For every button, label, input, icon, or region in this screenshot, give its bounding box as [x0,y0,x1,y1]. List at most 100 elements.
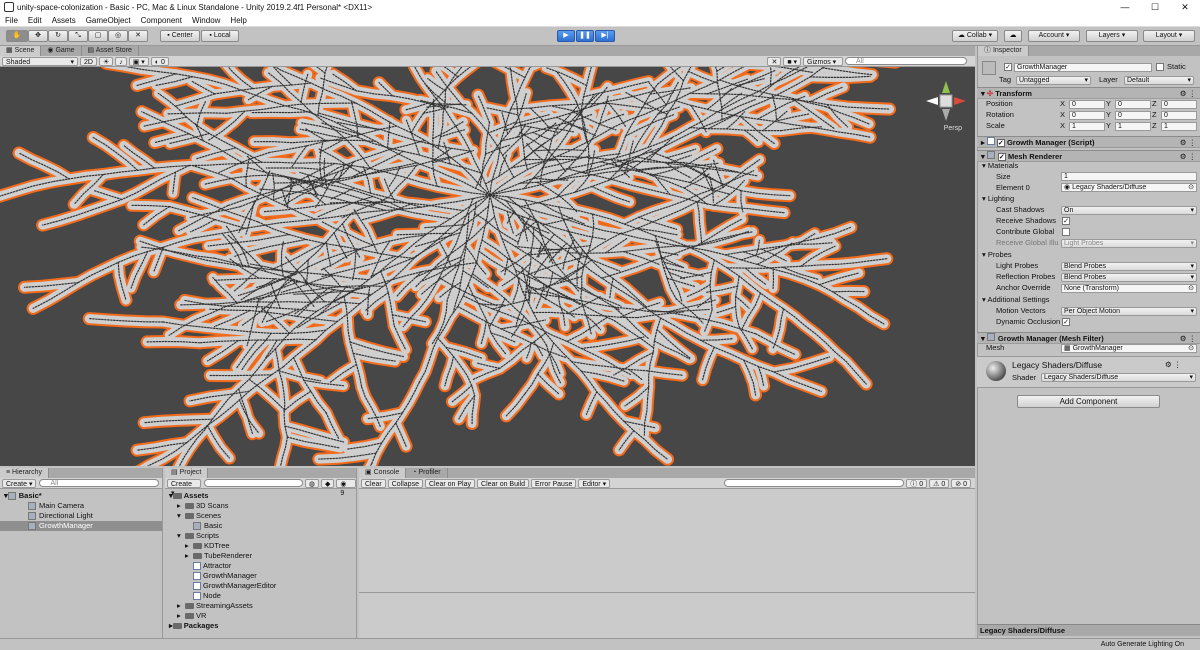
material-menu-icon[interactable]: ⚙ ⋮ [1165,360,1181,370]
project-item[interactable]: Attractor [165,561,356,571]
tab-scene[interactable]: ▦ Scene [0,46,42,56]
expand-arrow-icon[interactable]: ▸ [177,611,185,621]
receive-shadows-checkbox[interactable] [1062,217,1070,225]
expand-arrow-icon[interactable]: ▸ [177,501,185,511]
rotation-z-field[interactable]: 0 [1161,111,1197,120]
scale-y-field[interactable]: 1 [1115,122,1151,131]
axis-label[interactable]: Z [1152,110,1157,120]
console-editor-dropdown[interactable]: Editor ▾ [578,478,611,488]
shading-mode-dropdown[interactable]: Shaded ▾ [2,56,78,66]
project-root-packages[interactable]: ▸ Packages [165,621,356,631]
rotation-x-field[interactable]: 0 [1069,111,1105,120]
tab-console[interactable]: ▣ Console [359,468,407,478]
mesh-filter-header[interactable]: ▾ Growth Manager (Mesh Filter) ⚙ ⋮ [977,332,1200,344]
hierarchy-search-input[interactable]: All [39,479,160,487]
layout-dropdown[interactable]: Layout ▾ [1143,30,1195,42]
lighting-toggle-icon[interactable]: ☀ [98,56,114,66]
axis-label[interactable]: Y [1106,99,1111,109]
persp-label[interactable]: Persp [924,125,968,132]
transform-header[interactable]: ▾ ✣ Transform ⚙ ⋮ [977,87,1200,99]
rotate-tool-button[interactable]: ↻ [48,30,68,42]
mesh-renderer-enabled-checkbox[interactable]: ✓ [997,153,1006,162]
element0-object-field[interactable]: ◉ Legacy Shaders/Diffuse ⊙ [1061,183,1197,192]
2d-toggle[interactable]: 2D [80,56,97,66]
tab-inspector[interactable]: ⓘ Inspector [978,46,1029,56]
project-item[interactable]: ▾ Scenes [165,511,356,521]
active-checkbox[interactable] [1004,63,1012,71]
axis-label[interactable]: X [1060,121,1065,131]
component-menu-icon[interactable]: ⚙ ⋮ [1180,333,1196,344]
position-z-field[interactable]: 0 [1161,100,1197,109]
hierarchy-create-dropdown[interactable]: Create ▾ [2,478,37,488]
axis-label[interactable]: Y [1106,110,1111,120]
tools-settings-icon[interactable]: ✕ [767,56,782,66]
expand-arrow-icon[interactable]: ▸ [177,601,185,611]
mesh-object-field[interactable]: ▦ GrowthManager ⊙ [1061,344,1197,353]
scale-z-field[interactable]: 1 [1161,122,1197,131]
menu-file[interactable]: File [0,16,23,25]
auto-generate-lighting-status[interactable]: Auto Generate Lighting On [1101,639,1184,650]
project-create-dropdown[interactable]: Create ▾ [167,478,201,497]
menu-component[interactable]: Component [136,16,187,25]
contribute-gi-checkbox[interactable] [1062,228,1070,236]
menu-window[interactable]: Window [187,16,225,25]
audio-toggle-icon[interactable]: ♪ [115,56,127,66]
reflection-probes-dropdown[interactable]: Blend Probes ▾ [1061,273,1197,282]
hidden-objects-icon[interactable]: ◐ 0 [150,56,169,66]
lighting-foldout[interactable]: ▾ Lighting [982,194,1014,204]
tab-project[interactable]: ▤ Project [165,468,209,478]
component-menu-icon[interactable]: ⚙ ⋮ [1180,151,1196,162]
scene-root-item[interactable]: ▾ Basic* [0,491,162,501]
dynamic-occlusion-checkbox[interactable] [1062,318,1070,326]
project-search-input[interactable] [203,479,303,487]
scene-gizmo[interactable]: Persp [924,79,968,132]
scene-search-input[interactable]: All [845,57,967,65]
probes-foldout[interactable]: ▾ Probes [982,250,1012,260]
console-clear-on-play-button[interactable]: Clear on Play [424,478,476,488]
preview-title[interactable]: Legacy Shaders/Diffuse [977,624,1200,636]
console-detail-area[interactable] [359,594,975,638]
menu-gameobject[interactable]: GameObject [81,16,136,25]
add-component-button[interactable]: Add Component [1017,395,1160,408]
position-y-field[interactable]: 0 [1115,100,1151,109]
expand-arrow-icon[interactable]: ▸ [185,551,193,561]
tab-hierarchy[interactable]: ≡ Hierarchy [0,468,49,478]
project-item[interactable]: ▸ StreamingAssets [165,601,356,611]
materials-size-field[interactable]: 1 [1061,172,1197,181]
console-clear-on-build-button[interactable]: Clear on Build [477,478,529,488]
transform-tool-button[interactable]: ◎ [108,30,128,42]
console-clear-button[interactable]: Clear [361,478,386,488]
pause-button[interactable]: ❚❚ [576,30,594,42]
rect-tool-button[interactable]: ▢ [88,30,108,42]
filter-label-icon[interactable]: ◆ [321,478,335,488]
pivot-local-toggle[interactable]: ▪ Local [201,30,239,42]
axis-label[interactable]: X [1060,110,1065,120]
step-button[interactable]: ▶| [595,30,615,42]
tab-profiler[interactable]: ◔ Profiler [406,468,448,478]
rotation-y-field[interactable]: 0 [1115,111,1151,120]
additional-settings-foldout[interactable]: ▾ Additional Settings [982,295,1050,305]
scale-x-field[interactable]: 1 [1069,122,1105,131]
console-error-pause-button[interactable]: Error Pause [530,478,577,488]
account-dropdown[interactable]: Account ▾ [1028,30,1080,42]
project-item[interactable]: GrowthManagerEditor [165,581,356,591]
expand-arrow-icon[interactable]: ▾ [177,531,185,541]
project-item[interactable]: ▸ KDTree [165,541,356,551]
hidden-packages-icon[interactable]: ◉ 9 [336,478,356,497]
pivot-center-toggle[interactable]: ▪ Center [160,30,200,42]
menu-edit[interactable]: Edit [23,16,47,25]
console-search-input[interactable] [724,479,905,487]
position-x-field[interactable]: 0 [1069,100,1105,109]
static-checkbox[interactable] [1156,63,1164,71]
anchor-override-field[interactable]: None (Transform) ⊙ [1061,284,1197,293]
cloud-button[interactable]: ☁ [1004,30,1022,42]
project-root-assets[interactable]: ▾ Assets [165,491,356,501]
hand-tool-button[interactable]: ✋ [6,30,28,42]
axis-label[interactable]: Z [1152,99,1157,109]
cast-shadows-dropdown[interactable]: On ▾ [1061,206,1197,215]
menu-assets[interactable]: Assets [47,16,81,25]
project-item[interactable]: ▸ 3D Scans [165,501,356,511]
motion-vectors-dropdown[interactable]: Per Object Motion ▾ [1061,307,1197,316]
gizmos-dropdown[interactable]: Gizmos ▾ [803,56,843,66]
layers-dropdown[interactable]: Layers ▾ [1086,30,1138,42]
